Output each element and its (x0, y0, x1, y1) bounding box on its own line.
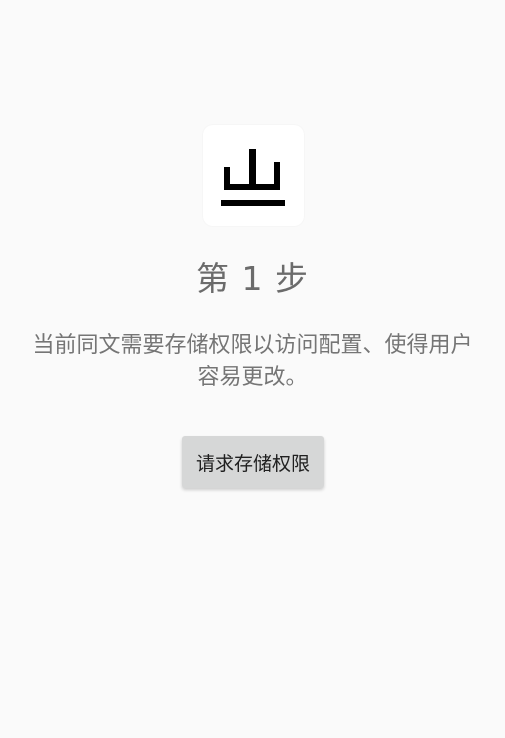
app-logo-glyph (221, 149, 285, 206)
setup-screen: 第 1 步 当前同文需要存储权限以访问配置、使得用户容易更改。 请求存储权限 (0, 0, 505, 738)
request-storage-permission-button[interactable]: 请求存储权限 (182, 436, 324, 488)
app-logo-icon (203, 125, 304, 226)
step-title: 第 1 步 (196, 259, 309, 298)
permission-description: 当前同文需要存储权限以访问配置、使得用户容易更改。 (32, 333, 473, 390)
